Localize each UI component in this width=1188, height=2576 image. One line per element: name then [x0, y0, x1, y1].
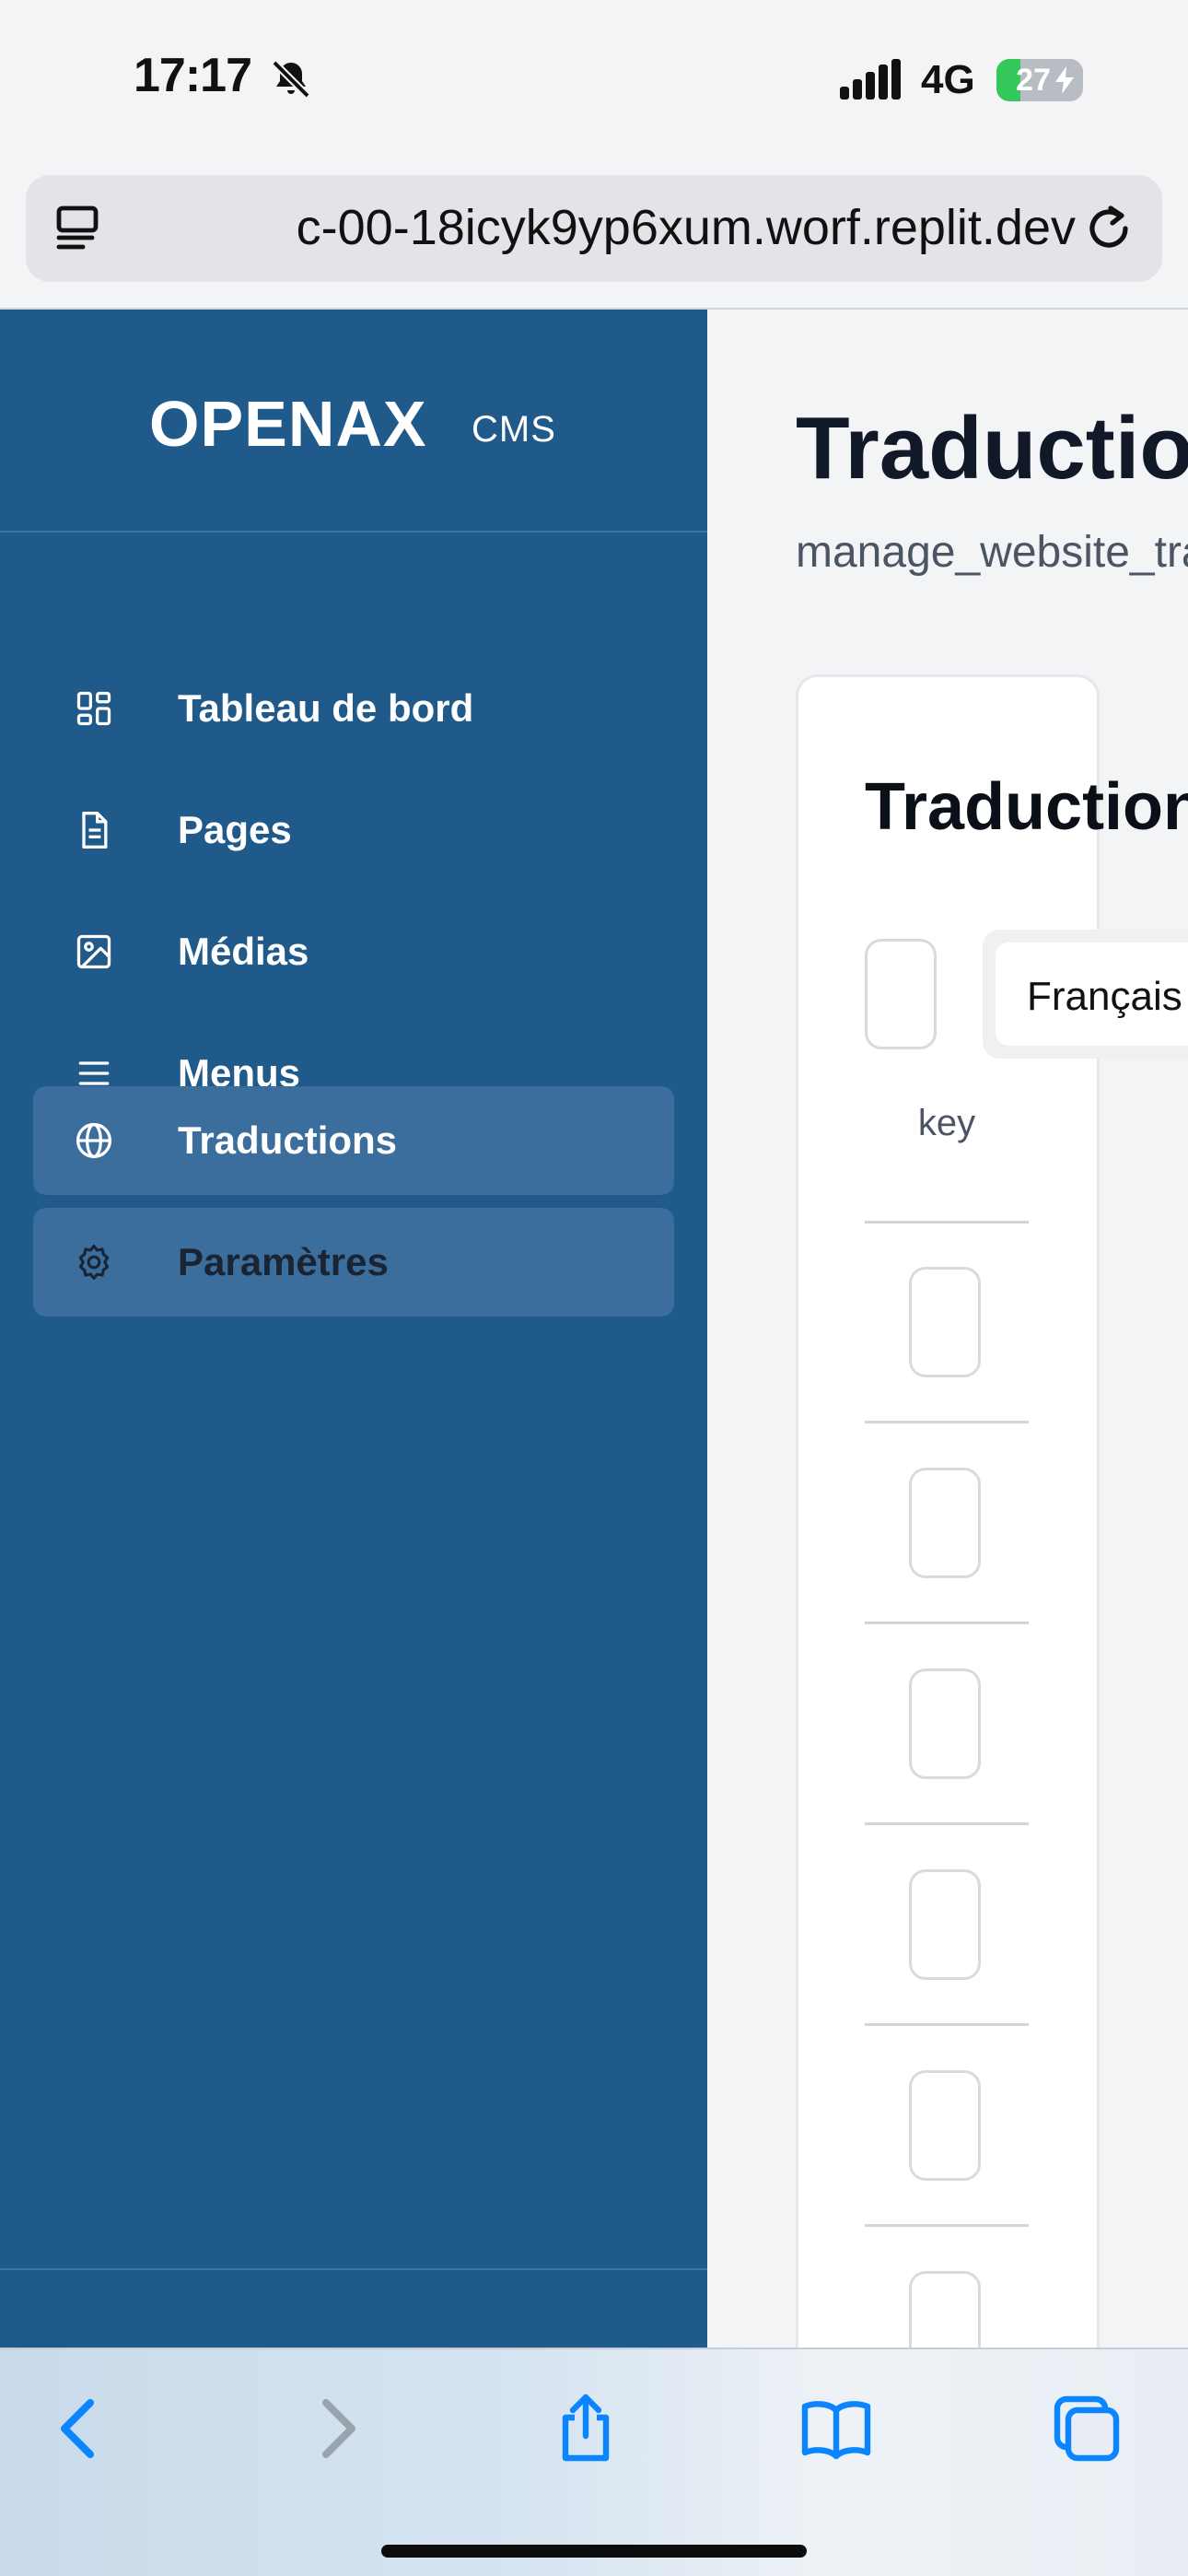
signal-icon	[840, 59, 901, 100]
bell-slash-icon	[272, 60, 310, 99]
bookmarks-icon[interactable]	[799, 2392, 873, 2465]
table-row-input[interactable]	[909, 2271, 981, 2348]
sidebar-item-label: Traductions	[178, 1118, 398, 1162]
table-row-input[interactable]	[909, 1468, 981, 1578]
status-bar: 17:17 4G 27	[0, 0, 1188, 166]
home-indicator	[381, 2545, 807, 2558]
table-row-divider	[865, 1622, 1029, 1624]
search-input[interactable]	[865, 939, 937, 1049]
bolt-icon	[1055, 66, 1074, 94]
globe-icon	[76, 1122, 112, 1159]
sidebar: OPENAX CMS Tableau de bord Pages Médias	[0, 310, 707, 2348]
sidebar-item-label: Tableau de bord	[178, 686, 474, 730]
table-row-divider	[865, 2023, 1029, 2026]
sidebar-divider	[0, 531, 707, 533]
translations-card: Traductions Français key	[796, 674, 1188, 2348]
brand-logo: OPENAX	[149, 388, 427, 460]
table-row-input[interactable]	[909, 1267, 981, 1377]
sidebar-item-media[interactable]: Médias	[33, 897, 674, 1006]
sidebar-item-dashboard[interactable]: Tableau de bord	[33, 654, 674, 763]
language-select-value: Français	[1027, 974, 1182, 1019]
sidebar-item-label: Paramètres	[178, 1240, 389, 1283]
battery-charging-icon: 27	[996, 59, 1083, 101]
main-content: Traductions manage_website_translations …	[707, 310, 1188, 2348]
table-row-divider	[865, 1822, 1029, 1825]
sidebar-item-settings[interactable]: Paramètres	[33, 1208, 674, 1317]
tabs-icon[interactable]	[1050, 2392, 1124, 2465]
page-title: Traductions	[796, 399, 1188, 498]
sidebar-footer-divider	[0, 2268, 707, 2270]
page-subtitle: manage_website_translations	[796, 528, 1188, 577]
document-icon	[82, 812, 108, 849]
table-row-divider	[865, 1421, 1029, 1423]
sidebar-item-pages[interactable]: Pages	[33, 776, 674, 884]
browser-toolbar	[0, 2348, 1188, 2576]
share-icon[interactable]	[549, 2392, 623, 2465]
forward-icon[interactable]	[300, 2392, 374, 2465]
table-row-input[interactable]	[909, 2070, 981, 2181]
dashboard-icon	[76, 691, 111, 726]
url-field[interactable]: c-00-18icyk9yp6xum.worf.replit.dev	[127, 175, 1076, 282]
gear-icon	[78, 1245, 110, 1280]
language-select[interactable]: Français	[996, 943, 1188, 1046]
language-selector: Français	[983, 930, 1188, 1059]
sidebar-item-label: Médias	[178, 930, 309, 973]
table-row-input[interactable]	[909, 1669, 981, 1779]
image-icon	[76, 934, 111, 969]
reader-icon[interactable]	[53, 203, 105, 254]
address-bar[interactable]: c-00-18icyk9yp6xum.worf.replit.dev	[26, 175, 1162, 282]
back-icon[interactable]	[42, 2392, 116, 2465]
table-row-divider	[865, 2224, 1029, 2227]
network-label: 4G	[921, 57, 975, 102]
table-header-divider	[865, 1221, 1029, 1224]
table-row-input[interactable]	[909, 1869, 981, 1980]
url-text: c-00-18icyk9yp6xum.worf.replit.dev	[282, 200, 1076, 255]
column-header-key: key	[917, 1103, 976, 1143]
reload-icon[interactable]	[1081, 201, 1136, 256]
status-time: 17:17	[134, 49, 252, 102]
sidebar-item-label: Pages	[178, 808, 292, 851]
card-title: Traductions	[865, 770, 1188, 844]
sidebar-item-translations[interactable]: Traductions	[33, 1086, 674, 1195]
brand-subtitle: CMS	[472, 409, 556, 450]
